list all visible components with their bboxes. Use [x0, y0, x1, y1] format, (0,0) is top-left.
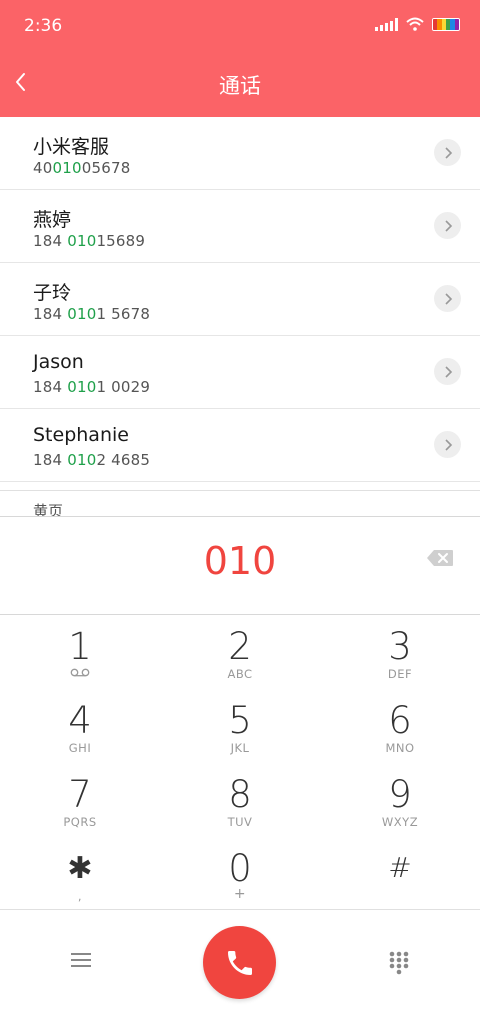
- page-title: 通话: [219, 74, 261, 98]
- contact-number: 184 01015689: [33, 232, 146, 250]
- key-3[interactable]: 3 DEF: [320, 615, 480, 689]
- key-hash[interactable]: #: [320, 837, 480, 911]
- dialpad-icon[interactable]: [389, 951, 409, 975]
- wifi-icon: [406, 17, 424, 31]
- key-7[interactable]: 7 PQRS: [0, 763, 160, 837]
- contact-name: 小米客服: [33, 136, 110, 158]
- dialed-number: 010: [203, 539, 277, 583]
- key-9[interactable]: 9 WXYZ: [320, 763, 480, 837]
- battery-icon: [432, 17, 460, 31]
- key-1[interactable]: 1: [0, 615, 160, 689]
- contact-number: 184 0101 5678: [33, 305, 151, 323]
- contact-name: 燕婷: [33, 209, 72, 231]
- call-button[interactable]: [203, 926, 276, 999]
- chevron-right-icon[interactable]: [434, 212, 461, 239]
- contact-row[interactable]: 小米客服 4001005678: [0, 117, 480, 190]
- contact-row[interactable]: Stephanie 184 0102 4685: [0, 409, 480, 482]
- phone-icon: [227, 950, 252, 975]
- backspace-icon[interactable]: [426, 549, 454, 567]
- dial-display: 010: [0, 517, 480, 614]
- voicemail-icon: [70, 668, 90, 677]
- key-0[interactable]: 0 +: [160, 837, 320, 911]
- chevron-right-icon[interactable]: [434, 285, 461, 312]
- key-5[interactable]: 5 JKL: [160, 689, 320, 763]
- contact-row[interactable]: 子玲 184 0101 5678: [0, 263, 480, 336]
- contact-name: Jason: [33, 351, 84, 373]
- app-header: 2:36 通话: [0, 0, 480, 117]
- contact-row[interactable]: 燕婷 184 01015689: [0, 190, 480, 263]
- menu-icon[interactable]: [70, 951, 92, 969]
- signal-icon: [375, 17, 398, 31]
- contact-list: 小米客服 4001005678 燕婷 184 01015689 子玲 184 0…: [0, 117, 480, 482]
- contact-name: Stephanie: [33, 424, 129, 446]
- key-6[interactable]: 6 MNO: [320, 689, 480, 763]
- status-icons: [375, 17, 460, 31]
- dialpad: 1 2 ABC 3 DEF 4 GHI 5 JKL 6 MNO 7 PQRS 8…: [0, 615, 480, 909]
- chevron-right-icon[interactable]: [434, 358, 461, 385]
- key-star[interactable]: ✱ ,: [0, 837, 160, 911]
- status-time: 2:36: [24, 16, 63, 36]
- key-4[interactable]: 4 GHI: [0, 689, 160, 763]
- contact-number: 184 0102 4685: [33, 451, 151, 469]
- chevron-right-icon[interactable]: [434, 139, 461, 166]
- divider: [0, 490, 480, 491]
- chevron-right-icon[interactable]: [434, 431, 461, 458]
- key-8[interactable]: 8 TUV: [160, 763, 320, 837]
- contact-row[interactable]: Jason 184 0101 0029: [0, 336, 480, 409]
- contact-number: 184 0101 0029: [33, 378, 151, 396]
- contact-name: 子玲: [33, 282, 72, 304]
- bottom-bar: [0, 909, 480, 1014]
- contact-number: 4001005678: [33, 159, 131, 177]
- key-2[interactable]: 2 ABC: [160, 615, 320, 689]
